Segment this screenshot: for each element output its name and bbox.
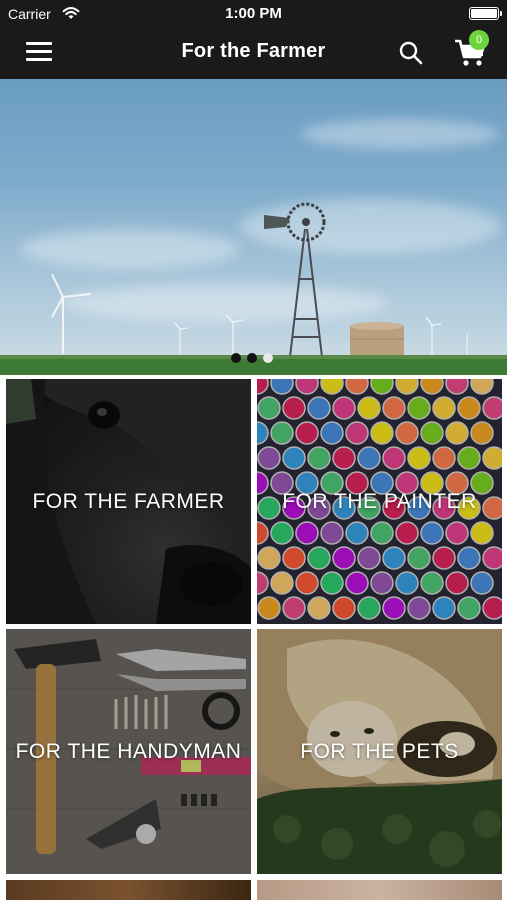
hero-image xyxy=(0,202,507,375)
category-tile-painter[interactable]: FOR THE PAINTER xyxy=(257,379,502,624)
category-tile-handyman[interactable]: FOR THE HANDYMAN xyxy=(6,629,251,874)
category-tile-pets[interactable]: FOR THE PETS xyxy=(257,629,502,874)
hero-carousel[interactable] xyxy=(0,79,507,375)
page-title: For the Farmer xyxy=(181,40,326,62)
category-label: FOR THE FARMER xyxy=(32,489,225,513)
menu-button[interactable] xyxy=(26,42,52,64)
carousel-dot[interactable] xyxy=(231,353,241,363)
category-tile-farmer[interactable]: FOR THE FARMER xyxy=(6,379,251,624)
cart-count-badge: 0 xyxy=(469,30,489,50)
status-bar: Carrier 1:00 PM xyxy=(0,0,507,28)
navigation-bar: For the Farmer xyxy=(0,28,507,79)
status-time: 1:00 PM xyxy=(225,5,282,22)
carousel-pagination xyxy=(231,353,273,363)
search-icon[interactable] xyxy=(398,40,424,66)
category-label: FOR THE PAINTER xyxy=(282,489,477,513)
category-tile-partial[interactable] xyxy=(257,880,502,900)
carousel-dot[interactable] xyxy=(247,353,257,363)
category-label: FOR THE PETS xyxy=(300,739,459,763)
app-header: Carrier 1:00 PM For the Farmer xyxy=(0,0,507,79)
category-label: FOR THE HANDYMAN xyxy=(15,739,242,763)
category-tile-partial[interactable] xyxy=(6,880,251,900)
battery-icon xyxy=(469,7,502,20)
hamburger-menu-icon xyxy=(26,42,52,45)
carousel-dot-active[interactable] xyxy=(263,353,273,363)
